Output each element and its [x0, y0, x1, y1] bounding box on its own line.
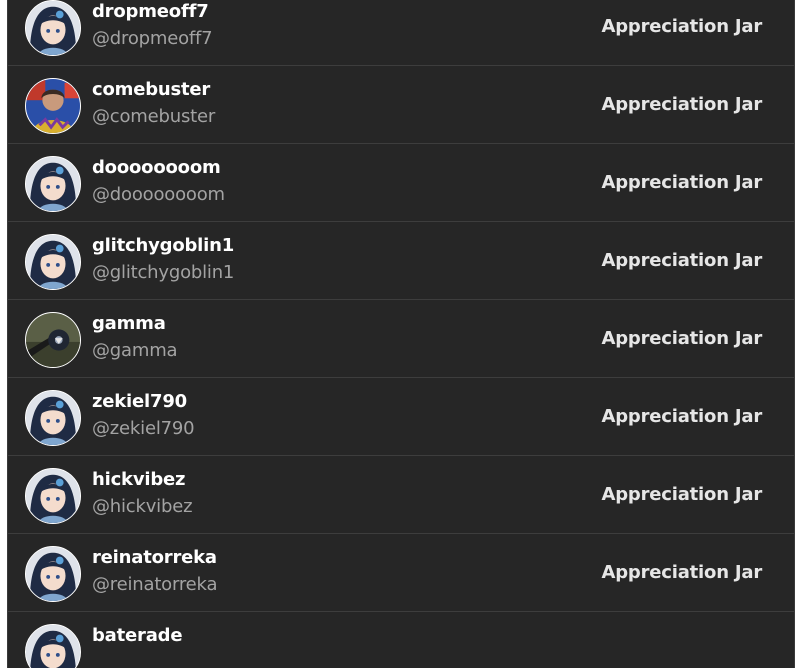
user-display-name[interactable]: comebuster [92, 77, 215, 103]
user-row: doooooooom @doooooooom Appreciation Jar [8, 144, 794, 222]
appreciation-jar-link[interactable]: Appreciation Jar [601, 534, 762, 612]
user-row: zekiel790 @zekiel790 Appreciation Jar [8, 378, 794, 456]
user-display-name[interactable]: baterade [92, 623, 183, 649]
user-row: gamma @gamma Appreciation Jar [8, 300, 794, 378]
anime-avatar-icon[interactable] [25, 156, 81, 212]
user-names: dropmeoff7 @dropmeoff7 [92, 0, 213, 53]
photo-avatar-icon[interactable] [25, 78, 81, 134]
user-names: hickvibez @hickvibez [92, 467, 193, 521]
user-names: doooooooom @doooooooom [92, 155, 225, 209]
anime-avatar-icon[interactable] [25, 0, 81, 56]
user-handle[interactable]: @doooooooom [92, 181, 225, 209]
photo-avatar-icon[interactable] [25, 312, 81, 368]
anime-avatar-icon[interactable] [25, 234, 81, 290]
anime-avatar-icon[interactable] [25, 546, 81, 602]
user-list: dropmeoff7 @dropmeoff7 Appreciation Jar … [8, 0, 794, 668]
user-list-panel: dropmeoff7 @dropmeoff7 Appreciation Jar … [7, 0, 795, 668]
user-names: reinatorreka @reinatorreka [92, 545, 217, 599]
user-display-name[interactable]: hickvibez [92, 467, 192, 493]
user-display-name[interactable]: glitchygoblin1 [92, 233, 234, 259]
appreciation-jar-link[interactable]: Appreciation Jar [601, 144, 762, 222]
user-handle[interactable]: @dropmeoff7 [92, 25, 213, 53]
user-row: dropmeoff7 @dropmeoff7 Appreciation Jar [8, 0, 794, 66]
appreciation-jar-link[interactable]: Appreciation Jar [601, 378, 762, 456]
user-row: hickvibez @hickvibez Appreciation Jar [8, 456, 794, 534]
user-handle[interactable]: @reinatorreka [92, 571, 217, 599]
user-names: comebuster @comebuster [92, 77, 215, 131]
user-row: glitchygoblin1 @glitchygoblin1 Appreciat… [8, 222, 794, 300]
user-names: baterade [92, 623, 183, 649]
anime-avatar-icon[interactable] [25, 624, 81, 668]
user-display-name[interactable]: gamma [92, 311, 177, 337]
user-handle[interactable]: @gamma [92, 337, 178, 365]
user-row: baterade [8, 612, 794, 668]
user-handle[interactable]: @glitchygoblin1 [92, 259, 234, 287]
appreciation-jar-link[interactable]: Appreciation Jar [601, 0, 762, 66]
user-display-name[interactable]: reinatorreka [92, 545, 217, 571]
user-handle[interactable]: @zekiel790 [92, 415, 195, 443]
appreciation-jar-link[interactable]: Appreciation Jar [601, 222, 762, 300]
anime-avatar-icon[interactable] [25, 468, 81, 524]
appreciation-jar-link[interactable]: Appreciation Jar [601, 66, 762, 144]
user-handle[interactable]: @hickvibez [92, 493, 193, 521]
user-display-name[interactable]: zekiel790 [92, 389, 194, 415]
anime-avatar-icon[interactable] [25, 390, 81, 446]
appreciation-jar-link[interactable]: Appreciation Jar [601, 456, 762, 534]
user-display-name[interactable]: doooooooom [92, 155, 225, 181]
user-names: gamma @gamma [92, 311, 178, 365]
user-row: reinatorreka @reinatorreka Appreciation … [8, 534, 794, 612]
user-names: zekiel790 @zekiel790 [92, 389, 195, 443]
user-names: glitchygoblin1 @glitchygoblin1 [92, 233, 234, 287]
user-handle[interactable]: @comebuster [92, 103, 215, 131]
appreciation-jar-link[interactable]: Appreciation Jar [601, 300, 762, 378]
user-display-name[interactable]: dropmeoff7 [92, 0, 212, 25]
user-row: comebuster @comebuster Appreciation Jar [8, 66, 794, 144]
